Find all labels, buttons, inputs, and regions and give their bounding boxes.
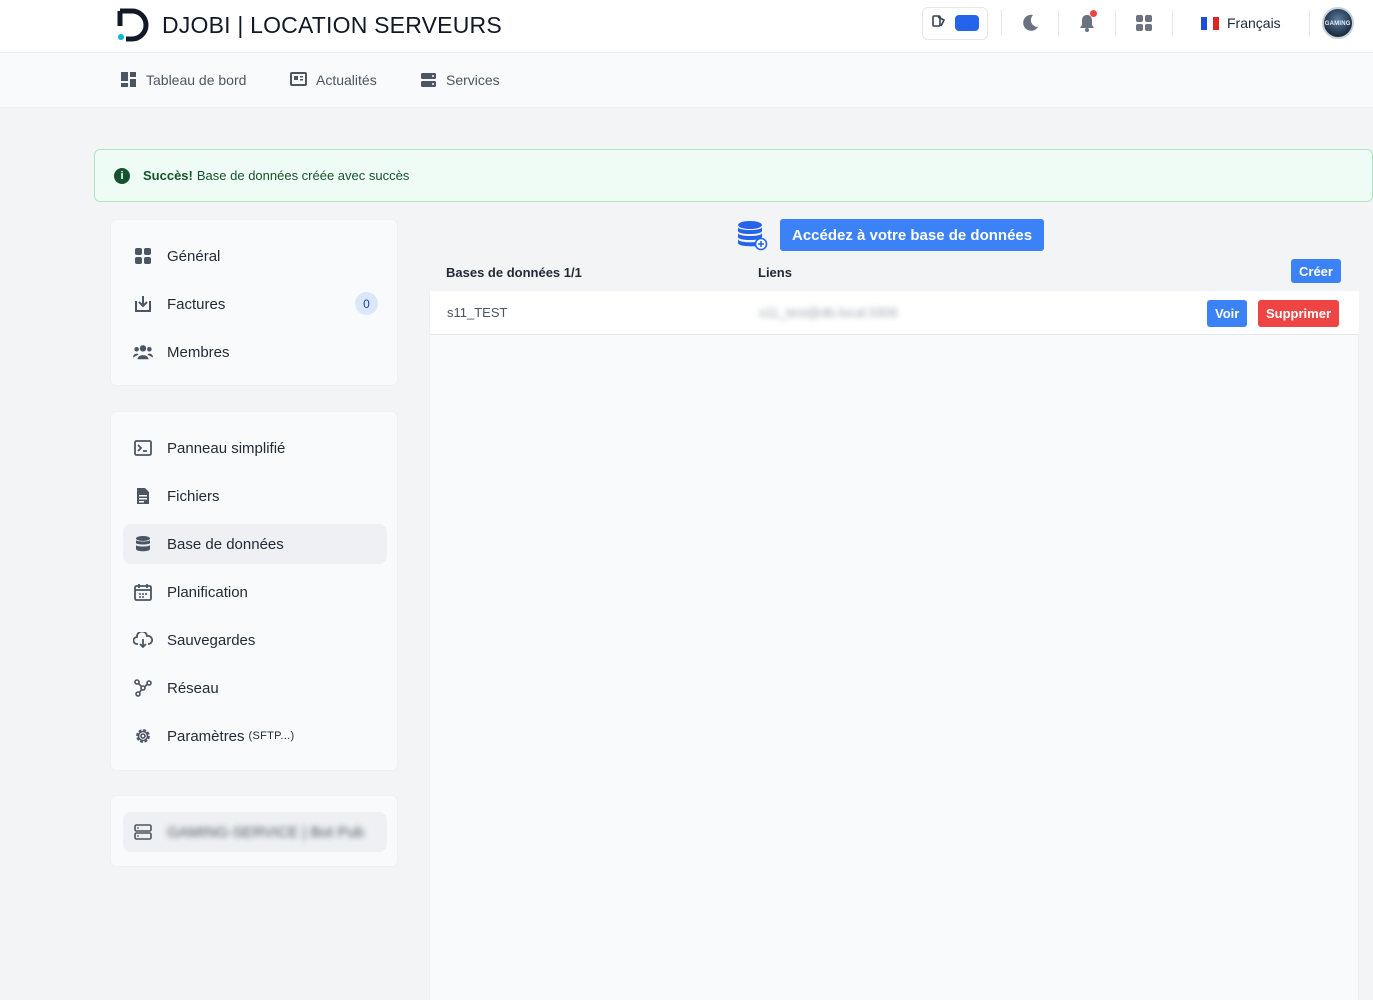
- sidebar-item-label: Fichiers: [167, 487, 220, 505]
- toggle-pill: [955, 15, 979, 31]
- language-label: Français: [1227, 15, 1281, 31]
- brand[interactable]: DJOBI | LOCATION SERVEURS: [116, 8, 502, 42]
- server-switcher[interactable]: GAMING-SERVICE | Bot Pub: [123, 812, 387, 852]
- subnav-label: Tableau de bord: [146, 71, 247, 88]
- grid-icon: [133, 246, 153, 266]
- sidebar-item-label: Base de données: [167, 535, 284, 553]
- cta-row: Accédez à votre base de données: [736, 219, 1045, 251]
- sidebar-item-label: Paramètres: [167, 727, 245, 745]
- sub-navigation: Tableau de bord Actualités Services: [0, 53, 1373, 108]
- divider: [1001, 10, 1002, 36]
- subnav-news[interactable]: Actualités: [290, 71, 377, 88]
- alert-title: Succès!: [143, 168, 193, 183]
- sidebar-item-settings[interactable]: Paramètres (SFTP...): [123, 716, 387, 756]
- invoice-download-icon: [133, 294, 153, 314]
- settings-suffix: (SFTP...): [248, 730, 295, 742]
- avatar[interactable]: GAMING: [1321, 7, 1354, 39]
- sidebar-item-label: Planification: [167, 583, 248, 601]
- table-row: s11_TEST s11_test@db.local:3306 Voir Sup…: [430, 291, 1359, 335]
- access-database-button[interactable]: Accédez à votre base de données: [780, 219, 1045, 251]
- server-name: GAMING-SERVICE | Bot Pub: [167, 823, 365, 841]
- divider: [1115, 10, 1116, 36]
- success-alert: i Succès! Base de données créée avec suc…: [94, 149, 1373, 202]
- invoice-count-badge: 0: [355, 292, 378, 315]
- server-icon: [421, 73, 436, 87]
- sidebar-item-label: Sauvegardes: [167, 631, 256, 649]
- view-button[interactable]: Voir: [1207, 300, 1248, 327]
- language-selector[interactable]: Français: [1201, 15, 1281, 31]
- network-icon: [133, 678, 153, 698]
- create-database-button[interactable]: Créer: [1291, 259, 1341, 283]
- subnav-label: Actualités: [316, 71, 377, 88]
- gear-icon: [133, 726, 153, 746]
- apps-button[interactable]: [1132, 11, 1156, 35]
- sidebar-item-label: Panneau simplifié: [167, 439, 286, 457]
- file-icon: [133, 486, 153, 506]
- sidebar-item-files[interactable]: Fichiers: [123, 476, 387, 516]
- dark-mode-button[interactable]: [1018, 11, 1042, 35]
- server-icon: [133, 822, 153, 842]
- sidebar-card-current-server: GAMING-SERVICE | Bot Pub: [110, 795, 398, 867]
- sidebar-item-invoices[interactable]: Factures 0: [123, 284, 387, 324]
- info-icon: i: [114, 167, 130, 184]
- theme-toggle[interactable]: [922, 6, 988, 40]
- sidebar-item-general[interactable]: Général: [123, 236, 387, 276]
- news-icon: [290, 72, 307, 86]
- subnav-dashboard[interactable]: Tableau de bord: [120, 71, 246, 88]
- sidebar-item-simple-panel[interactable]: Panneau simplifié: [123, 428, 387, 468]
- cloud-download-icon: [133, 630, 153, 650]
- theme-toggle-icon: [932, 14, 946, 33]
- table-header: Bases de données 1/1 Liens Créer: [429, 258, 1359, 291]
- sidebar-card-server: Panneau simplifié Fichiers Base de donné…: [110, 411, 398, 771]
- france-flag-icon: [1201, 16, 1219, 30]
- delete-button[interactable]: Supprimer: [1258, 300, 1340, 327]
- users-icon: [133, 342, 153, 362]
- notifications-button[interactable]: [1075, 10, 1099, 35]
- divider: [1308, 10, 1310, 36]
- dashboard-icon: [121, 72, 136, 87]
- sidebar-item-members[interactable]: Membres: [123, 332, 387, 372]
- avatar-text: GAMING: [1324, 21, 1351, 27]
- column-databases: Bases de données 1/1: [446, 265, 582, 280]
- alert-message: Base de données créée avec succès: [196, 168, 410, 183]
- apps-grid-icon: [1136, 15, 1152, 31]
- sidebar-item-planning[interactable]: Planification: [123, 572, 387, 612]
- terminal-icon: [133, 438, 153, 458]
- sidebar-card-account: Général Factures 0 Membres: [110, 219, 398, 386]
- sidebar-item-network[interactable]: Réseau: [123, 668, 387, 708]
- sidebar-item-label: Réseau: [167, 679, 219, 697]
- sidebar-item-label: Général: [167, 247, 221, 265]
- column-links: Liens: [758, 265, 792, 280]
- subnav-label: Services: [446, 71, 500, 88]
- database-icon: [133, 534, 153, 554]
- main-content: Accédez à votre base de données Bases de…: [429, 218, 1359, 1000]
- notification-dot: [1090, 10, 1097, 17]
- sidebar-item-database[interactable]: Base de données: [123, 524, 387, 564]
- divider: [1058, 10, 1059, 36]
- sidebar-item-label: Membres: [167, 343, 230, 361]
- moon-icon: [1023, 14, 1038, 31]
- database-name: s11_TEST: [447, 305, 508, 320]
- sidebar-item-backups[interactable]: Sauvegardes: [123, 620, 387, 660]
- calendar-icon: [133, 582, 153, 602]
- subnav-services[interactable]: Services: [420, 71, 500, 88]
- top-header: DJOBI | LOCATION SERVEURS Français GAMIN…: [0, 0, 1373, 53]
- sidebar-item-label: Factures: [167, 295, 226, 313]
- brand-title: DJOBI | LOCATION SERVEURS: [162, 11, 502, 38]
- table-body: s11_TEST s11_test@db.local:3306 Voir Sup…: [429, 291, 1359, 1000]
- brand-logo-icon: [116, 8, 152, 42]
- divider: [1172, 10, 1173, 36]
- database-add-icon: [738, 221, 768, 251]
- database-link[interactable]: s11_test@db.local:3306: [759, 305, 898, 320]
